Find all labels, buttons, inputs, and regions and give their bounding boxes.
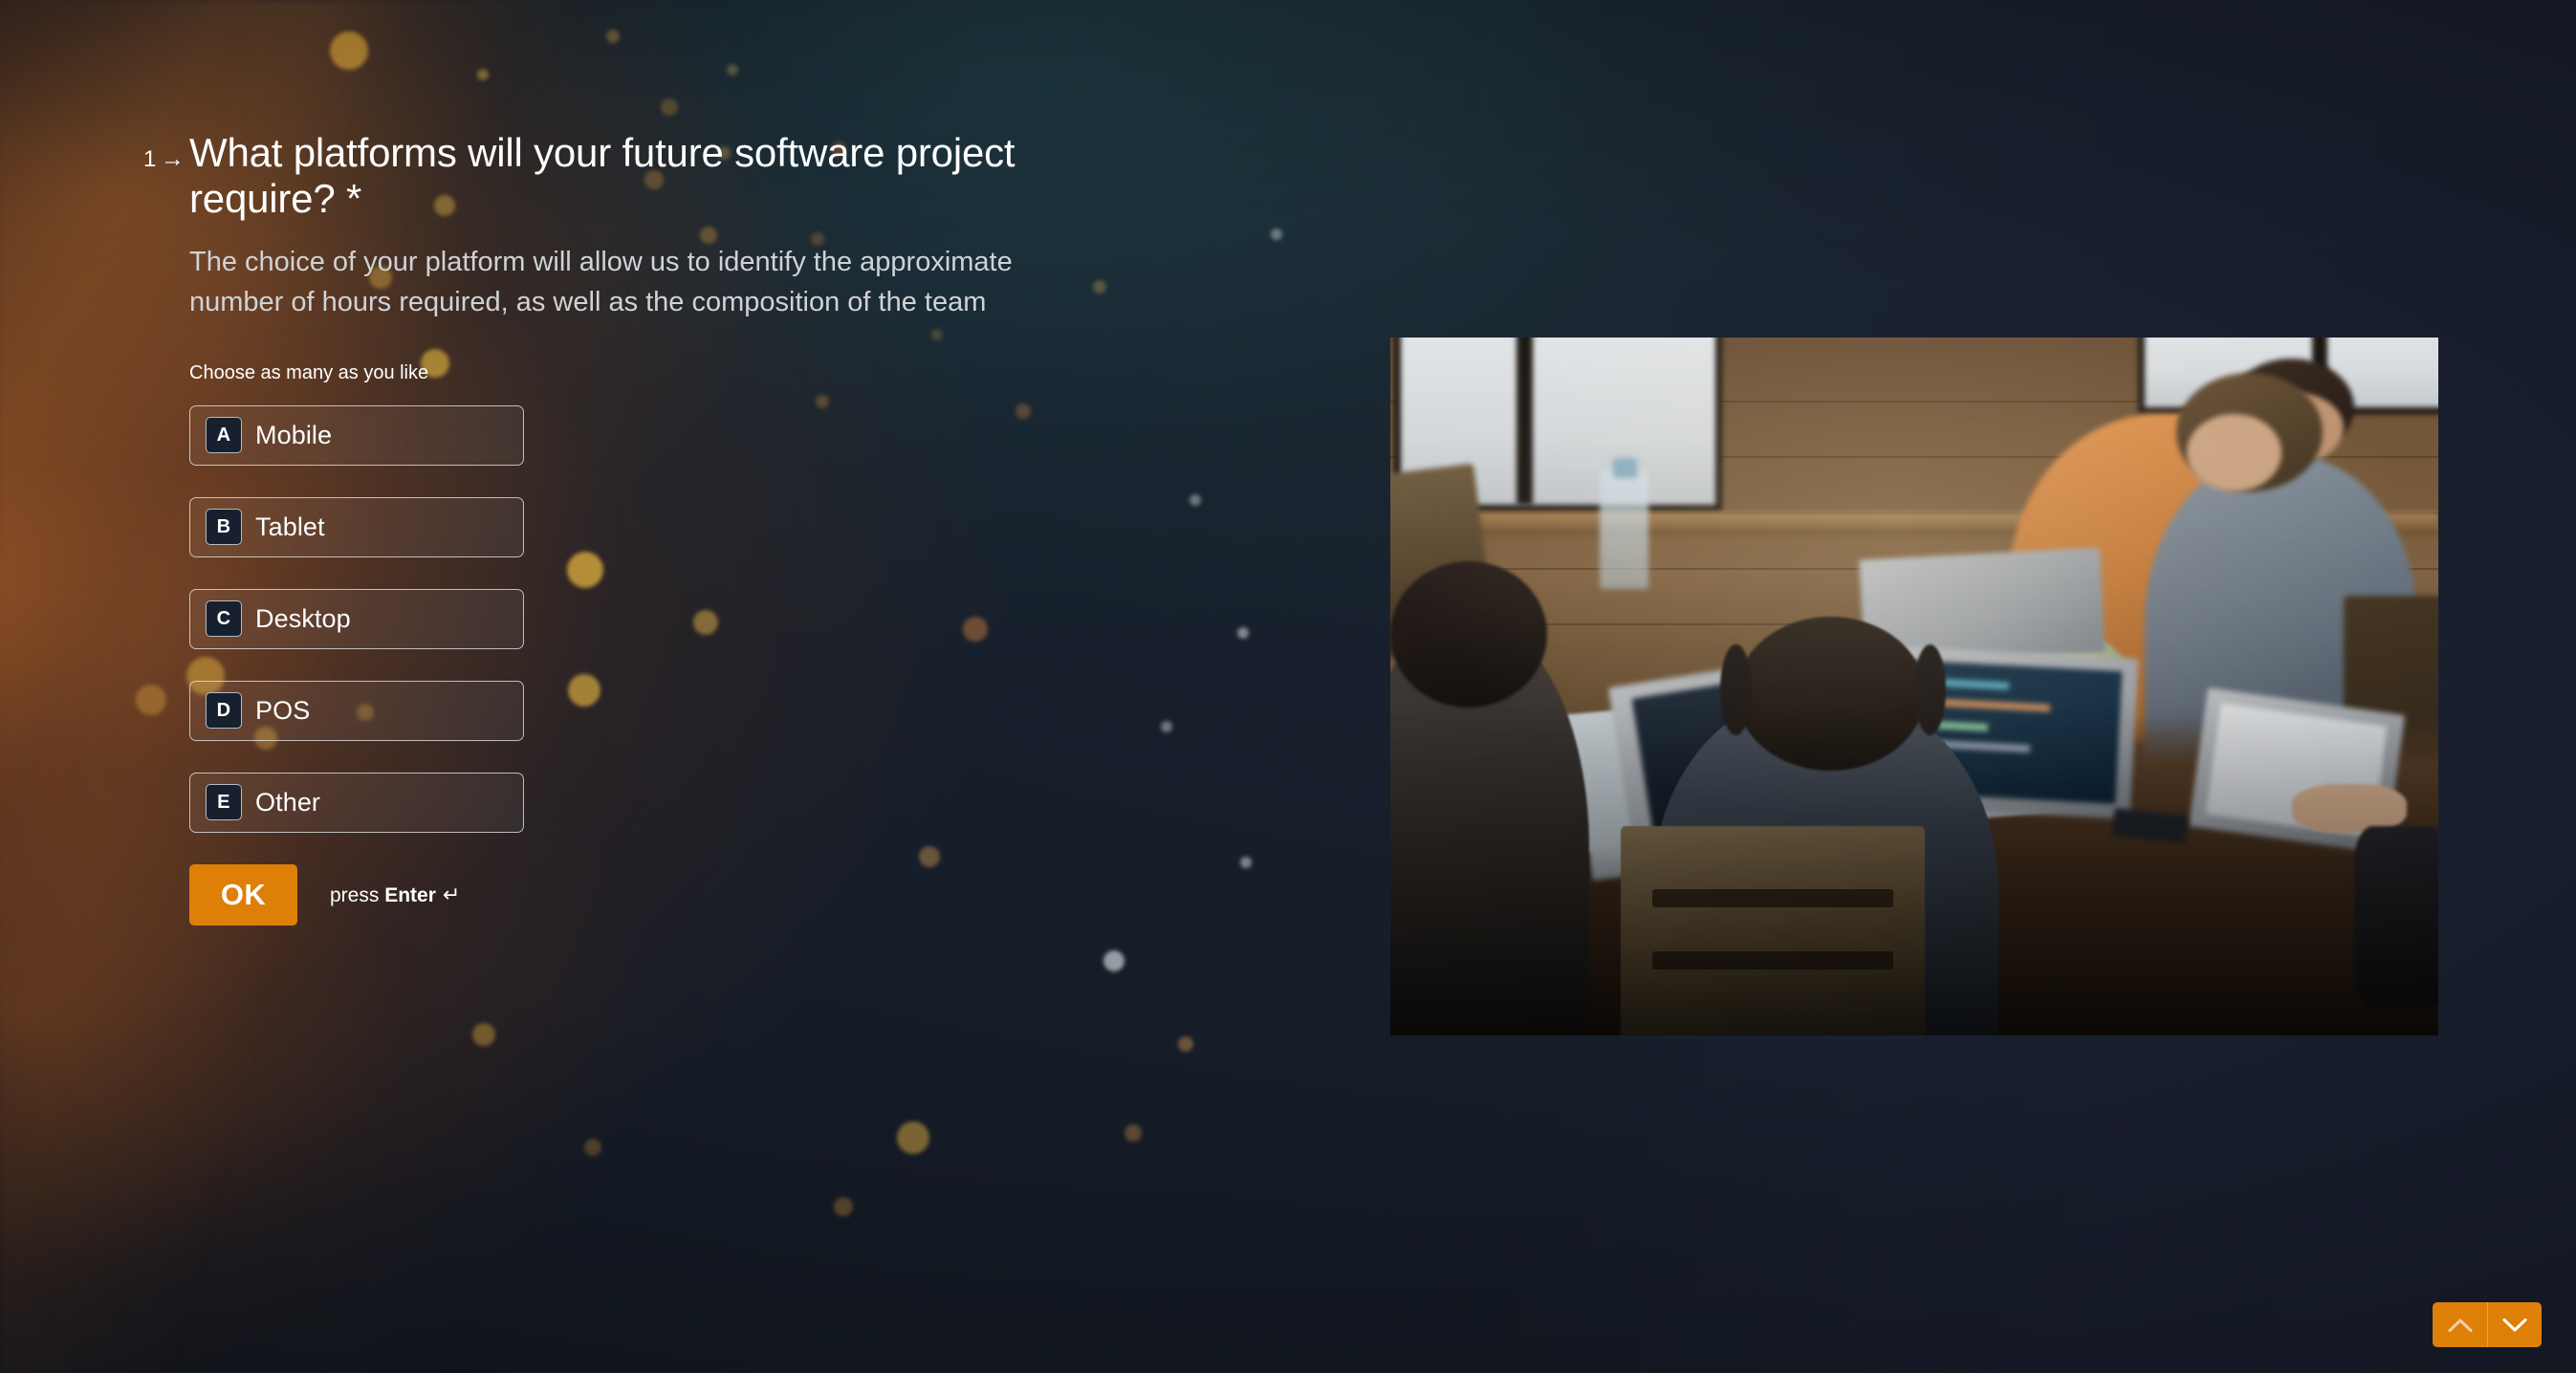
chevron-up-icon (2447, 1318, 2473, 1333)
press-enter-hint: press Enter ↵ (330, 883, 460, 907)
choice-key-badge: E (206, 784, 242, 821)
question-description: The choice of your platform will allow u… (189, 246, 1013, 317)
next-question-button[interactable] (2487, 1302, 2542, 1347)
choice-option-b[interactable]: B Tablet (189, 496, 524, 557)
return-key-icon: ↵ (442, 882, 461, 906)
choice-label: Mobile (255, 420, 333, 449)
choice-key-badge: D (206, 692, 242, 730)
hint-key: Enter (384, 883, 436, 906)
choice-label: POS (255, 695, 311, 725)
choice-option-a[interactable]: A Mobile (189, 404, 524, 466)
arrow-right-icon: → (160, 145, 186, 172)
question-illustration-photo (1390, 338, 2438, 1035)
submit-row: OK press Enter ↵ (189, 863, 1195, 926)
choice-label: Tablet (255, 512, 325, 541)
choice-option-e[interactable]: E Other (189, 772, 524, 833)
choice-key-badge: A (206, 417, 242, 454)
navigation-buttons (2433, 1302, 2542, 1347)
ok-button[interactable]: OK (189, 863, 297, 926)
choice-label: Other (255, 787, 321, 817)
choice-option-c[interactable]: C Desktop (189, 588, 524, 649)
chevron-down-icon (2502, 1318, 2527, 1333)
question-number: 1 → (143, 130, 189, 171)
choice-key-badge: B (206, 509, 242, 546)
photo-color-grade (1390, 338, 2438, 1035)
question-title: What platforms will your future software… (189, 130, 1015, 222)
question-block: 1 → What platforms will your future softw… (143, 130, 1195, 926)
choice-list: A Mobile B Tablet C Desktop D POS E Othe… (189, 404, 524, 833)
choice-label: Desktop (255, 603, 351, 633)
choice-key-badge: C (206, 600, 242, 638)
hint-prefix: press (330, 883, 380, 906)
question-heading-row: 1 → What platforms will your future softw… (143, 130, 1195, 223)
previous-question-button[interactable] (2433, 1302, 2487, 1347)
selection-hint: Choose as many as you like (189, 361, 429, 383)
choice-option-d[interactable]: D POS (189, 680, 524, 741)
question-number-value: 1 (143, 146, 157, 172)
